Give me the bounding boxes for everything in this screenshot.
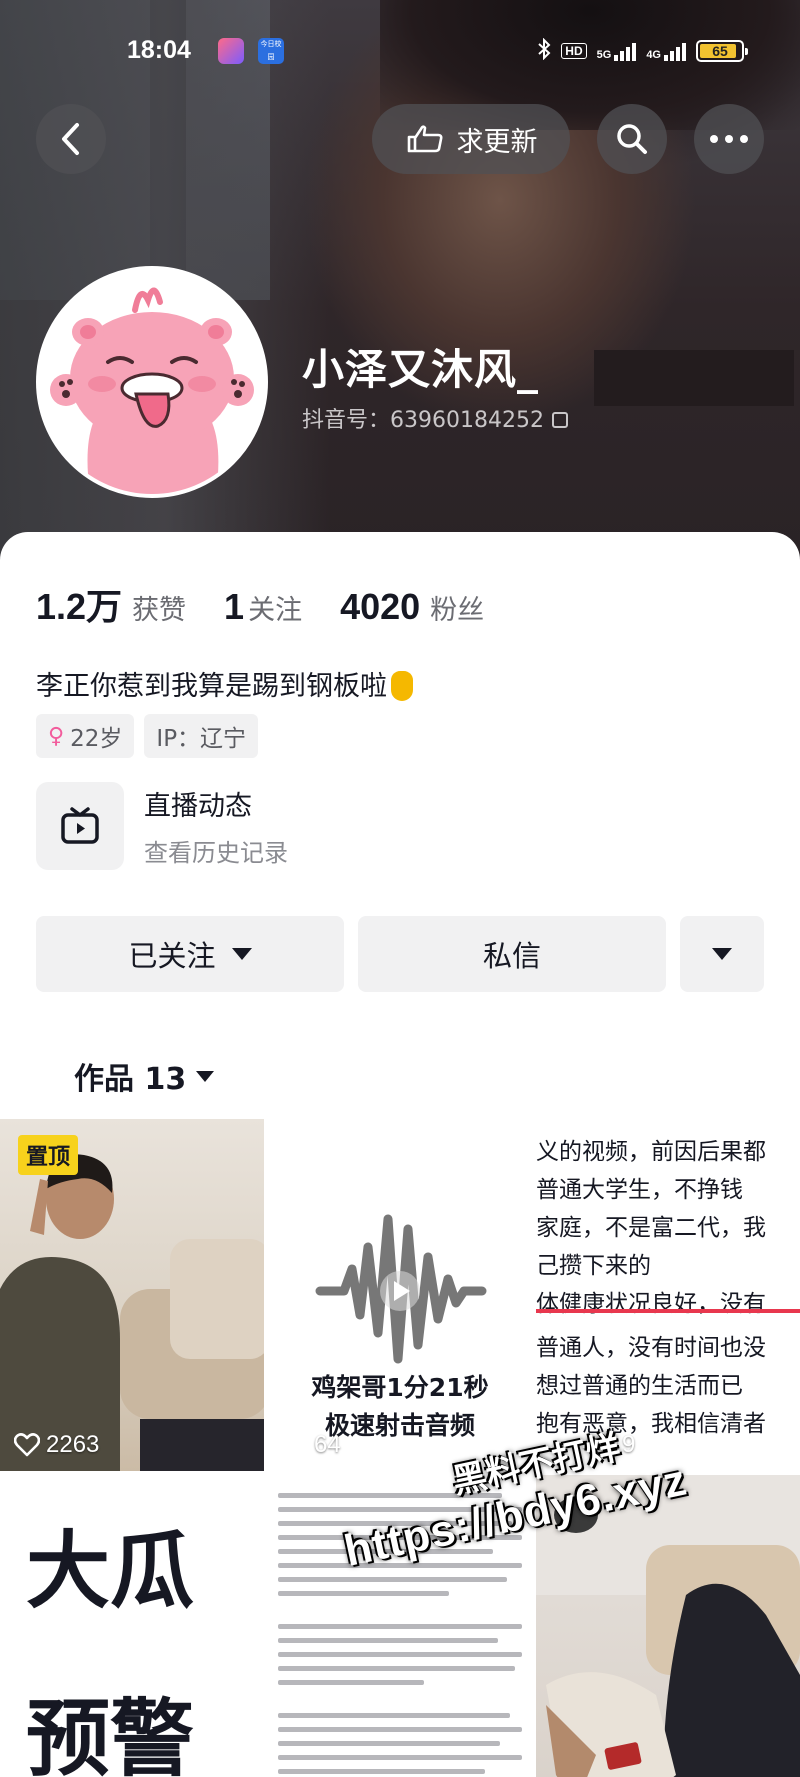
profile-stats: 1.2万 获赞 1 关注 4020 粉丝 bbox=[36, 578, 522, 630]
video-thumbnail[interactable]: 置顶 2263 bbox=[0, 1119, 264, 1471]
chevron-left-icon bbox=[62, 123, 79, 155]
big-text-line2: 预警 bbox=[26, 1690, 195, 1777]
heart-icon bbox=[282, 1433, 308, 1457]
message-label: 私信 bbox=[482, 939, 541, 973]
search-icon bbox=[617, 124, 647, 154]
caret-down-icon bbox=[231, 948, 252, 960]
caret-down-icon bbox=[712, 948, 732, 960]
battery-icon: 65 bbox=[696, 39, 748, 62]
app-notification-icon bbox=[218, 38, 244, 64]
like-count: 2263 bbox=[14, 1431, 99, 1459]
red-underline bbox=[536, 1309, 800, 1313]
more-dots-icon bbox=[710, 135, 748, 143]
followers-count[interactable]: 4020 bbox=[340, 586, 420, 628]
signal-5g-icon: 5G bbox=[597, 41, 637, 61]
female-gender-icon: ♀ bbox=[48, 723, 65, 749]
profile-bio: 李正你惹到我算是踢到钢板啦 bbox=[36, 664, 413, 703]
copy-icon[interactable] bbox=[551, 412, 568, 428]
pink-beaver-avatar-icon bbox=[40, 270, 264, 494]
status-time: 18:04 bbox=[127, 36, 191, 64]
status-bar: 18:04 今日校园 HD 5G 4G 65 bbox=[0, 30, 800, 74]
text-screenshot: 义的视频，前因后果都 普通大学生，不挣钱 家庭，不是富二代，我 己攒下来的 体健… bbox=[536, 1139, 766, 1437]
campus-app-icon: 今日校园 bbox=[258, 38, 284, 64]
heart-icon bbox=[14, 1433, 40, 1457]
like-count: 64 bbox=[282, 1431, 341, 1459]
age-tag: ♀ 22岁 bbox=[36, 714, 135, 758]
more-actions-dropdown[interactable] bbox=[680, 916, 764, 992]
big-text-line1: 大瓜 bbox=[26, 1522, 195, 1620]
live-subtitle: 查看历史记录 bbox=[144, 839, 288, 867]
douyin-id: 抖音号：63960184252 bbox=[302, 402, 568, 434]
live-title: 直播动态 bbox=[144, 791, 252, 822]
likes-count[interactable]: 1.2万 bbox=[36, 578, 122, 630]
profile-tags: ♀ 22岁 IP：辽宁 bbox=[36, 714, 259, 758]
back-button[interactable] bbox=[36, 104, 106, 174]
age-text: 22岁 bbox=[70, 726, 123, 752]
douyin-id-text: 抖音号：63960184252 bbox=[302, 408, 544, 433]
request-update-button[interactable]: 求更新 bbox=[372, 104, 570, 174]
bio-text: 李正你惹到我算是踢到钢板啦 bbox=[36, 671, 387, 702]
video-thumbnail[interactable]: 鸡架哥1分21秒 极速射击音频 64 bbox=[268, 1119, 532, 1471]
signal-4g-icon: 4G bbox=[646, 41, 686, 61]
followed-button[interactable]: 已关注 bbox=[36, 916, 344, 992]
tv-icon bbox=[36, 782, 124, 870]
works-tab-label: 作品 13 bbox=[74, 1062, 187, 1097]
followed-label: 已关注 bbox=[128, 939, 216, 973]
caret-down-icon bbox=[196, 1070, 215, 1082]
live-history-entry[interactable]: 直播动态 查看历史记录 bbox=[36, 780, 596, 872]
avatar[interactable] bbox=[36, 266, 268, 498]
following-count[interactable]: 1 bbox=[224, 586, 244, 628]
message-button[interactable]: 私信 bbox=[358, 916, 666, 992]
search-button[interactable] bbox=[597, 104, 667, 174]
followers-label[interactable]: 粉丝 bbox=[430, 588, 484, 627]
more-options-button[interactable] bbox=[694, 104, 764, 174]
likes-label[interactable]: 获赞 bbox=[132, 588, 186, 627]
profile-name: 小泽又沐风_ bbox=[302, 345, 540, 394]
hd-icon: HD bbox=[561, 42, 587, 59]
redaction-block bbox=[594, 350, 794, 406]
ok-hand-emoji-icon bbox=[391, 671, 413, 701]
ip-text: IP：辽宁 bbox=[156, 726, 247, 752]
following-label[interactable]: 关注 bbox=[248, 588, 302, 627]
bluetooth-icon bbox=[537, 37, 551, 63]
pointing-hand-icon bbox=[407, 125, 442, 153]
video-thumbnail[interactable]: 大瓜 预警 bbox=[0, 1475, 264, 1777]
profile-actions: 已关注 私信 bbox=[36, 916, 764, 992]
pinned-badge: 置顶 bbox=[18, 1135, 79, 1175]
ip-location-tag: IP：辽宁 bbox=[144, 714, 259, 758]
request-update-label: 求更新 bbox=[456, 126, 538, 158]
tab-works[interactable]: 作品 13 bbox=[74, 1054, 215, 1098]
